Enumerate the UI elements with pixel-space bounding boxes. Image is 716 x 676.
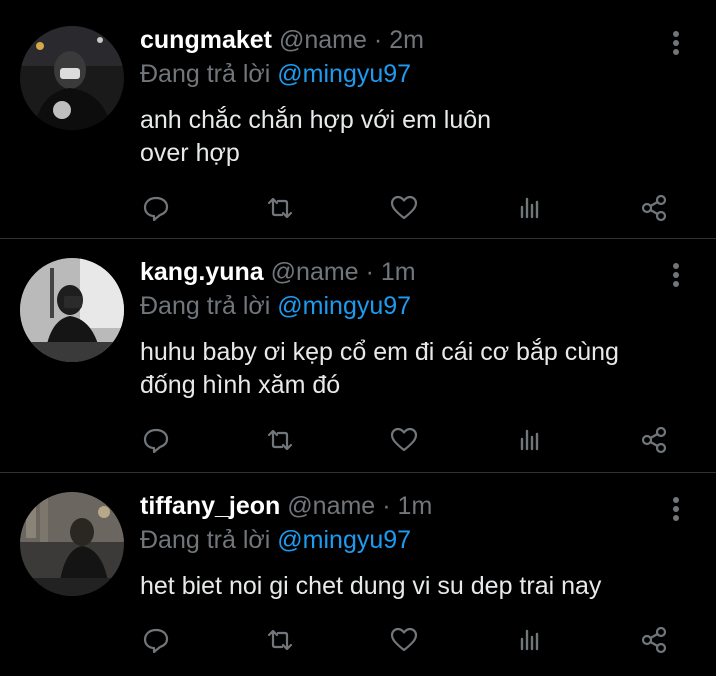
- divider: [0, 472, 716, 473]
- retweet-icon[interactable]: [262, 190, 298, 226]
- handle[interactable]: @name: [271, 258, 359, 287]
- action-bar: [0, 622, 716, 662]
- action-bar: [0, 190, 716, 230]
- username[interactable]: cungmaket: [140, 26, 272, 55]
- username[interactable]: tiffany_jeon: [140, 492, 280, 521]
- separator: ·: [382, 492, 391, 520]
- more-icon[interactable]: [666, 28, 686, 58]
- tweet-text-line: over hợp: [140, 139, 240, 167]
- avatar-image: [20, 258, 124, 362]
- like-icon[interactable]: [386, 190, 422, 226]
- reply-icon[interactable]: [138, 422, 174, 458]
- like-icon[interactable]: [386, 422, 422, 458]
- avatar[interactable]: [20, 492, 124, 596]
- avatar-image: [20, 492, 124, 596]
- tweet[interactable]: tiffany_jeon @name · 1m Đang trả lời @mi…: [0, 492, 716, 676]
- tweet-text: anh chắc chắn hợp với em luôn over hợp: [140, 104, 700, 170]
- views-icon[interactable]: [512, 422, 548, 458]
- separator: ·: [373, 26, 383, 54]
- timestamp[interactable]: 1m: [398, 492, 433, 521]
- handle[interactable]: @name: [279, 26, 367, 55]
- more-icon[interactable]: [666, 260, 686, 290]
- reply-prefix: Đang trả lời: [140, 292, 271, 320]
- action-bar: [0, 422, 716, 462]
- tweet-text: het biet noi gi chet dung vi su dep trai…: [140, 570, 700, 603]
- tweet-header: cungmaket @name · 2m: [140, 26, 424, 62]
- reply-prefix: Đang trả lời: [140, 60, 271, 88]
- avatar[interactable]: [20, 258, 124, 362]
- tweet-text-line: het biet noi gi chet dung vi su dep trai…: [140, 572, 602, 600]
- replying-to: Đang trả lời @mingyu97: [140, 60, 411, 89]
- more-icon[interactable]: [666, 494, 686, 524]
- avatar[interactable]: [20, 26, 124, 130]
- avatar-image: [20, 26, 124, 130]
- share-icon[interactable]: [636, 422, 672, 458]
- share-icon[interactable]: [636, 622, 672, 658]
- retweet-icon[interactable]: [262, 422, 298, 458]
- tweet-header: kang.yuna @name · 1m: [140, 258, 416, 294]
- username[interactable]: kang.yuna: [140, 258, 264, 287]
- reply-icon[interactable]: [138, 190, 174, 226]
- views-icon[interactable]: [512, 190, 548, 226]
- reply-prefix: Đang trả lời: [140, 526, 271, 554]
- divider: [0, 238, 716, 239]
- share-icon[interactable]: [636, 190, 672, 226]
- handle[interactable]: @name: [287, 492, 375, 521]
- tweet-text: huhu baby ơi kẹp cổ em đi cái cơ bắp cùn…: [140, 336, 700, 402]
- replying-to: Đang trả lời @mingyu97: [140, 292, 411, 321]
- tweet-text-line: anh chắc chắn hợp với em luôn: [140, 106, 492, 134]
- separator: ·: [365, 258, 374, 286]
- timestamp[interactable]: 1m: [381, 258, 416, 287]
- tweet[interactable]: cungmaket @name · 2m Đang trả lời @mingy…: [0, 26, 716, 236]
- reply-mention-link[interactable]: @mingyu97: [277, 526, 411, 554]
- replying-to: Đang trả lời @mingyu97: [140, 526, 411, 555]
- reply-icon[interactable]: [138, 622, 174, 658]
- retweet-icon[interactable]: [262, 622, 298, 658]
- tweet-text-line: đống hình xăm đó: [140, 371, 341, 399]
- views-icon[interactable]: [512, 622, 548, 658]
- tweet-text-line: huhu baby ơi kẹp cổ em đi cái cơ bắp cùn…: [140, 338, 619, 366]
- reply-mention-link[interactable]: @mingyu97: [277, 292, 411, 320]
- timestamp[interactable]: 2m: [389, 26, 424, 55]
- tweet-header: tiffany_jeon @name · 1m: [140, 492, 432, 528]
- like-icon[interactable]: [386, 622, 422, 658]
- reply-mention-link[interactable]: @mingyu97: [277, 60, 411, 88]
- tweet[interactable]: kang.yuna @name · 1m Đang trả lời @mingy…: [0, 258, 716, 470]
